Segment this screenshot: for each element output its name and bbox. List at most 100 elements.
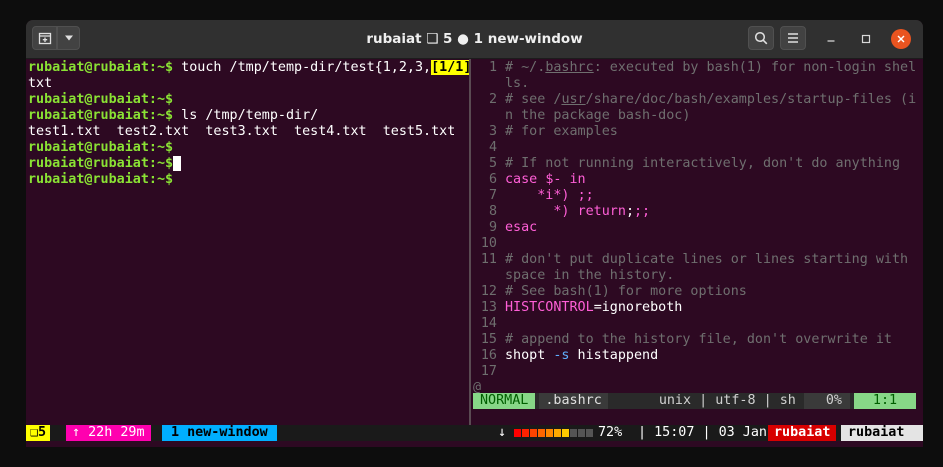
vim-line: space in the history. — [473, 268, 923, 284]
minimize-icon — [827, 40, 835, 42]
shell-line: rubaiat@rubaiat:~$ touch /tmp/temp-dir/t… — [28, 60, 472, 76]
line-number: 2 — [488, 92, 497, 107]
title-bar[interactable]: rubaiat ❑ 5 ● 1 new-window — [26, 20, 923, 59]
line-number: 6 — [488, 172, 497, 187]
vim-token: *i*) — [537, 188, 570, 203]
vim-line: 14 — [473, 316, 923, 332]
shell-line: rubaiat@rubaiat:~$ — [28, 156, 468, 172]
shell-output: test1.txt test2.txt test3.txt test4.txt … — [28, 124, 456, 139]
shell-pane[interactable]: rubaiat@rubaiat:~$ touch /tmp/temp-dir/t… — [28, 60, 472, 188]
tmux-time-value: 15:07 — [654, 425, 695, 440]
shell-prompt: rubaiat@rubaiat:~$ — [28, 156, 174, 171]
vim-line: 10 — [473, 236, 923, 252]
vim-token: case — [505, 172, 538, 187]
shell-line: test1.txt test2.txt test3.txt test4.txt … — [28, 124, 468, 140]
vim-file-info: unix | utf-8 | sh — [658, 393, 796, 408]
tmux-session[interactable]: ❑5 — [26, 425, 51, 441]
shell-line: rubaiat@rubaiat:~$ — [28, 92, 468, 108]
vim-token: usr — [561, 92, 586, 107]
tmux-host-red: rubaiat — [768, 425, 837, 441]
vim-token: ; — [625, 204, 634, 219]
battery-cell — [578, 429, 585, 437]
battery-cell — [554, 429, 561, 437]
menu-button[interactable] — [780, 26, 806, 50]
vim-token: # for examples — [505, 124, 618, 139]
line-number: 9 — [488, 220, 497, 235]
vim-token: -s — [553, 348, 570, 363]
vim-token — [570, 188, 578, 204]
battery-cell — [514, 429, 521, 437]
menu-icon — [788, 33, 798, 43]
vim-token: =ignoreboth — [593, 300, 683, 315]
vim-token: space in the history. — [505, 268, 675, 283]
battery-cell — [562, 429, 569, 437]
minimize-button[interactable] — [821, 29, 841, 49]
vim-token: /share/doc/bash/examples/startup-files (… — [585, 92, 917, 107]
vim-token: : executed by bash(1) for non-login shel — [593, 60, 917, 75]
vim-line: 17 — [473, 364, 923, 380]
line-number: 3 — [488, 124, 497, 139]
terminal-content[interactable]: rubaiat@rubaiat:~$ touch /tmp/temp-dir/t… — [26, 59, 923, 425]
terminal-window: rubaiat ❑ 5 ● 1 new-window rubaiat@rubai… — [26, 20, 923, 447]
shell-command: touch /tmp/temp-dir/test{1,2,3, — [173, 60, 432, 75]
battery-percent: 72% — [598, 425, 623, 440]
line-number: 1 — [488, 60, 497, 75]
vim-token: # See bash(1) for more options — [505, 284, 747, 299]
line-number: 7 — [488, 188, 497, 203]
pane-divider[interactable] — [469, 59, 471, 425]
tmux-date: 03 Jan — [718, 425, 767, 440]
tmux-arrow-icon: ↓ — [498, 425, 507, 440]
line-number: 17 — [480, 364, 497, 379]
vim-percent: 0% — [803, 393, 850, 409]
vim-line: ls. — [473, 76, 923, 92]
vim-token: n the package bash-doc) — [505, 108, 691, 123]
battery-cell — [538, 429, 545, 437]
maximize-button[interactable] — [856, 29, 876, 49]
shell-prompt: rubaiat@rubaiat:~$ — [28, 60, 174, 75]
line-number: 16 — [480, 348, 497, 363]
shell-prompt: rubaiat@rubaiat:~$ — [28, 140, 174, 155]
line-number: 4 — [488, 140, 497, 155]
vim-mode: NORMAL — [473, 393, 536, 409]
vim-filename: .bashrc — [539, 393, 608, 409]
line-number — [473, 108, 505, 124]
vim-token: HISTCONTROL — [505, 300, 594, 315]
shell-prompt: rubaiat@rubaiat:~$ — [28, 172, 174, 187]
vim-token: # don't put duplicate lines or lines sta… — [505, 252, 909, 267]
vim-token: histappend — [569, 348, 659, 363]
line-number — [473, 268, 505, 284]
tmux-host-white: rubaiat — [841, 425, 923, 441]
close-button[interactable] — [891, 29, 911, 49]
vim-token: $- — [545, 172, 562, 187]
vim-token: ;; — [634, 204, 651, 219]
text-cursor — [173, 156, 182, 171]
vim-line: 6 case $- in — [473, 172, 923, 188]
battery-cell — [522, 429, 529, 437]
vim-line: 1 # ~/. bashrc: executed by bash(1) for no… — [473, 60, 923, 76]
line-number — [473, 76, 505, 92]
vim-line: 12 # See bash(1) for more options — [473, 284, 923, 300]
vim-line: 2 # see / usr/share/doc/bash/examples/star… — [473, 92, 923, 108]
shell-command: ls /tmp/temp-dir/ — [173, 108, 319, 123]
battery-cell — [570, 429, 577, 437]
search-button[interactable] — [748, 26, 774, 50]
vim-token: esac — [505, 220, 538, 235]
vim-line: 8 *) return;;; — [473, 204, 923, 220]
vim-line: 15 # append to the history file, don't ov… — [473, 332, 923, 348]
vim-token: # see / — [505, 92, 562, 107]
line-number: 12 — [480, 284, 497, 299]
vim-token: shopt — [505, 348, 554, 363]
shell-line: txt — [28, 76, 468, 92]
vim-token: bashrc — [545, 60, 594, 75]
vim-statusline: NORMAL .bashrc unix | utf-8 | sh 0% 1:1 — [473, 393, 916, 409]
completion-badge: [1/1] — [431, 60, 472, 75]
vim-token — [561, 172, 569, 188]
vim-pane[interactable]: 1 # ~/. bashrc: executed by bash(1) for no… — [473, 60, 923, 396]
vim-token: # append to the history file, don't over… — [505, 332, 892, 347]
tmux-uptime: ↑ 22h 29m — [66, 425, 151, 441]
vim-token — [505, 188, 537, 204]
vim-line: 13 HISTCONTROL =ignoreboth — [473, 300, 923, 316]
vim-token — [505, 204, 553, 220]
vim-token — [570, 204, 578, 220]
tmux-window-tab[interactable]: 1 new-window — [162, 425, 277, 441]
